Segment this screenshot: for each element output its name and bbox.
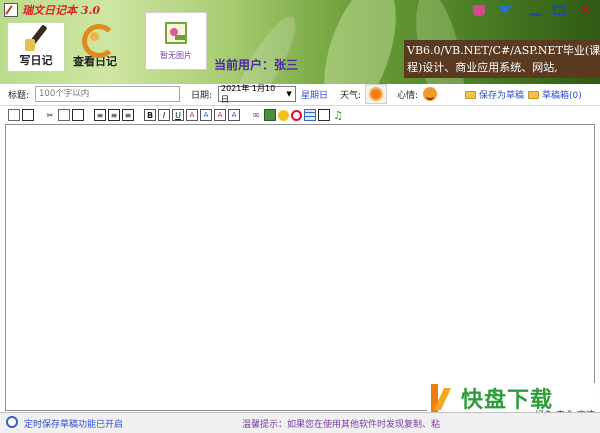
align-left-icon[interactable]: ≡ (94, 109, 106, 121)
weekday-text: 星期日 (301, 91, 329, 101)
date-label: 日期: (191, 91, 213, 101)
marquee-line-1: VB6.0/VB.NET/C#/ASP.NET毕业(课 (407, 44, 600, 57)
current-user: 当前用户：张三 (214, 58, 299, 72)
write-diary-label: 写日记 (19, 54, 53, 67)
leaf-decoration (309, 0, 411, 84)
align-center-icon[interactable]: ≡ (108, 109, 120, 121)
title-label: 标题: (8, 91, 30, 101)
font-bg-icon[interactable]: A (214, 109, 226, 121)
weather-label: 天气: (340, 91, 362, 101)
weather-selector[interactable] (365, 84, 387, 104)
tip-text: 温馨提示：如果您在使用其他软件时发现复制、粘 (242, 420, 441, 430)
toolbar-separator (242, 109, 248, 121)
cut-icon[interactable]: ✂ (44, 109, 56, 121)
dropdown-icon (498, 6, 512, 14)
mood-selector[interactable] (419, 84, 441, 104)
sun-icon (371, 89, 381, 99)
status-bar: 定时保存草稿功能已开启 温馨提示：如果您在使用其他软件时发现复制、粘 (0, 412, 600, 433)
bold-icon[interactable]: B (144, 109, 156, 121)
editor-toolbar: ✂ ≡ ≡ ≡ B I U A A A A ∞ ♫ (0, 107, 600, 123)
close-icon: ✕ (578, 1, 592, 19)
photo-frame[interactable]: 暂无图片 (145, 12, 207, 70)
view-diary-button[interactable]: 查看日记 (67, 22, 123, 72)
swirl-icon (80, 22, 116, 58)
emoticon-icon[interactable] (278, 109, 289, 121)
photo-icon (165, 21, 187, 44)
app-title-text: 瑞文日记本 3.0 (22, 4, 100, 17)
save-draft-button[interactable]: 保存为草稿 (465, 88, 524, 101)
toolbar-separator (86, 109, 92, 121)
copy-icon[interactable] (58, 109, 70, 121)
toolbar-separator (136, 109, 142, 121)
underline-icon[interactable]: U (172, 109, 184, 121)
dropdown-button[interactable] (494, 2, 516, 18)
template-icon[interactable] (22, 109, 34, 121)
clock-icon (6, 416, 18, 428)
italic-icon[interactable]: I (158, 109, 170, 121)
skin-icon (473, 4, 485, 16)
app-logo-icon (4, 3, 18, 17)
table-icon[interactable] (304, 109, 316, 121)
save-draft-label: 保存为草稿 (479, 91, 525, 101)
chevron-down-icon: ▼ (286, 90, 292, 98)
folder-icon (465, 90, 476, 99)
font-size-icon[interactable]: A (200, 109, 212, 121)
mood-label: 心情: (397, 91, 419, 101)
paste-icon[interactable] (72, 109, 84, 121)
flash-icon[interactable] (291, 109, 302, 121)
diary-editor[interactable] (5, 124, 595, 411)
font-style-icon[interactable]: A (228, 109, 240, 121)
date-value: 2021年 1月10日 (221, 84, 276, 104)
media-icon[interactable] (318, 109, 330, 121)
minimize-icon (529, 12, 541, 16)
toolbar-separator (36, 109, 42, 121)
new-doc-icon[interactable] (8, 109, 20, 121)
drafts-button[interactable]: 草稿箱(0) (528, 88, 582, 101)
app-title: 瑞文日记本 3.0 (4, 2, 100, 18)
skin-button[interactable] (468, 2, 490, 18)
font-color-icon[interactable]: A (186, 109, 198, 121)
music-icon[interactable]: ♫ (332, 109, 344, 122)
autosave-status: 定时保存草稿功能已开启 (24, 420, 124, 430)
maximize-icon (553, 5, 565, 15)
minimize-button[interactable] (524, 2, 546, 18)
folder-icon (528, 90, 539, 99)
diary-meta-row: 标题: 日期: 2021年 1月10日 ▼ 星期日 天气: 心情: 保存为草稿 … (0, 84, 600, 106)
header-banner: 瑞文日记本 3.0 ✕ 写日记 查看日记 暂无图片 当前用户：张三 VB6.0/… (0, 0, 600, 84)
maximize-button[interactable] (548, 2, 570, 18)
photo-label: 暂无图片 (160, 50, 192, 60)
mood-face-icon (423, 87, 437, 101)
align-right-icon[interactable]: ≡ (122, 109, 134, 121)
close-button[interactable]: ✕ (574, 2, 596, 18)
marquee-ad[interactable]: VB6.0/VB.NET/C#/ASP.NET毕业(课 程)设计、商业应用系统、… (404, 40, 600, 78)
date-picker[interactable]: 2021年 1月10日 ▼ (218, 84, 296, 104)
marquee-line-2: 程)设计、商业应用系统、网站, (407, 61, 558, 74)
write-diary-button[interactable]: 写日记 (7, 22, 65, 72)
title-input[interactable] (35, 86, 180, 102)
link-icon[interactable]: ∞ (250, 109, 262, 121)
pen-icon (21, 23, 51, 51)
image-icon[interactable] (264, 109, 276, 121)
drafts-label: 草稿箱(0) (542, 91, 582, 101)
